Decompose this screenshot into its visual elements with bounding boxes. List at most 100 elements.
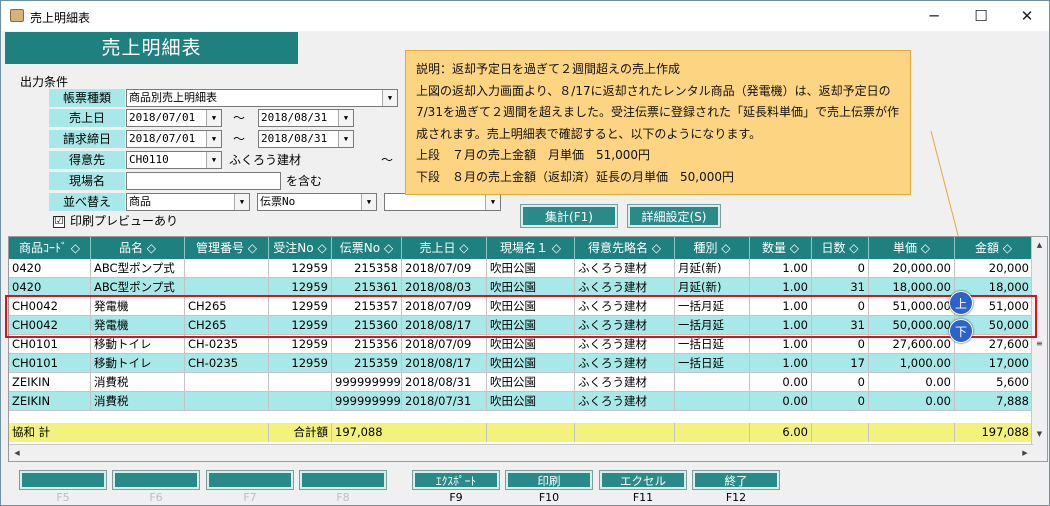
fkey-f7-button[interactable] <box>206 470 294 490</box>
col-header-qty[interactable]: 数量 ◇ <box>750 237 812 259</box>
fkey-f5-button[interactable] <box>19 470 107 490</box>
col-header-customer[interactable]: 得意先略名 ◇ <box>575 237 675 259</box>
col-header-code[interactable]: 商品ｺｰﾄﾞ ◇ <box>9 237 91 259</box>
close-button[interactable]: ✕ <box>1004 1 1049 31</box>
minimize-button[interactable]: ─ <box>911 1 957 31</box>
col-header-price[interactable]: 単価 ◇ <box>869 237 955 259</box>
cell-order: 12959 <box>269 259 332 278</box>
cell-site: 吹田公園 <box>487 373 575 392</box>
chevron-down-icon[interactable]: ▼ <box>234 194 249 210</box>
cell-name: 消費税 <box>91 392 185 411</box>
fkey-f6-button[interactable] <box>112 470 200 490</box>
cell-slip: 999999999 <box>332 392 402 411</box>
fkey-number: F10 <box>538 491 560 504</box>
cell-name: ABC型ポンプ式 <box>91 259 185 278</box>
total-blank <box>575 423 675 442</box>
range-tilde: 〜 <box>233 111 246 125</box>
fkey-exit-button[interactable]: 終了 <box>692 470 780 490</box>
chevron-down-icon[interactable]: ▼ <box>338 131 353 147</box>
col-header-slip[interactable]: 伝票No ◇ <box>332 237 402 259</box>
table-row[interactable]: 0420 ABC型ポンプ式 12959 215358 2018/07/09 吹田公園 ふくろ… <box>9 259 1033 278</box>
cell-mgmt <box>185 259 269 278</box>
sort-icon: ◇ <box>459 241 469 255</box>
col-header-order[interactable]: 受注No ◇ <box>269 237 332 259</box>
cell-date: 2018/08/31 <box>402 373 487 392</box>
cell-days: 0 <box>812 392 869 411</box>
chevron-down-icon[interactable]: ▼ <box>361 194 376 210</box>
sort-icon: ◇ <box>317 241 327 255</box>
fkey-f8-button[interactable] <box>299 470 387 490</box>
cell-days: 17 <box>812 354 869 373</box>
conditions-title: 出力条件 <box>20 75 69 89</box>
cell-customer: ふくろう建材 <box>575 354 675 373</box>
detail-settings-button[interactable]: 詳細設定(S) <box>627 204 721 228</box>
col-header-site[interactable]: 現場名１ ◇ <box>487 237 575 259</box>
total-qty: 6.00 <box>750 423 812 442</box>
aggregate-button[interactable]: 集計(F1) <box>520 204 618 228</box>
table-row[interactable]: ZEIKIN 消費税 999999999 2018/07/31 吹田公園 ふくろう建材 0.… <box>9 392 1033 411</box>
sort-key3-select[interactable]: ▼ <box>384 193 501 211</box>
sales-date-from[interactable]: 2018/07/01 ▼ <box>126 109 222 127</box>
closing-date-to[interactable]: 2018/08/31 ▼ <box>258 130 354 148</box>
cell-name: 移動トイレ <box>91 354 185 373</box>
report-type-select[interactable]: 商品別売上明細表 ▼ <box>126 89 398 107</box>
cell-customer: ふくろう建材 <box>575 373 675 392</box>
callout-line: 成されます。売上明細表で確認すると、以下のようになります。 <box>416 126 762 141</box>
table-row[interactable]: ZEIKIN 消費税 999999999 2018/08/31 吹田公園 ふくろう建材 0.… <box>9 373 1033 392</box>
maximize-button[interactable]: ☐ <box>958 1 1004 31</box>
scroll-down-icon[interactable]: ▼ <box>1032 426 1047 443</box>
horizontal-scrollbar[interactable]: ◀ ▶ <box>9 444 1033 461</box>
fkey-print-button[interactable]: 印刷 <box>505 470 593 490</box>
cell-date: 2018/07/09 <box>402 259 487 278</box>
fkey-excel-button[interactable]: エクセル <box>599 470 687 490</box>
chevron-down-icon[interactable]: ▼ <box>338 110 353 126</box>
vertical-scrollbar[interactable]: ▲ ≡ ▼ <box>1031 237 1047 461</box>
highlight-box <box>5 295 1037 338</box>
col-header-days[interactable]: 日数 ◇ <box>812 237 869 259</box>
cell-days: 0 <box>812 373 869 392</box>
chevron-down-icon[interactable]: ▼ <box>485 194 500 210</box>
cell-type: 一括日延 <box>675 354 750 373</box>
col-header-amount[interactable]: 金額 ◇ <box>955 237 1033 259</box>
cell-code: 0420 <box>9 259 91 278</box>
sort-icon: ◇ <box>651 241 662 255</box>
chevron-down-icon[interactable]: ▼ <box>206 110 221 126</box>
cell-customer: ふくろう建材 <box>575 259 675 278</box>
col-header-mgmt[interactable]: 管理番号 ◇ <box>185 237 269 259</box>
sort-key2-select[interactable]: 伝票No ▼ <box>257 193 377 211</box>
sort-label: 並べ替え <box>49 193 125 211</box>
customer-code-select[interactable]: CH0110 ▼ <box>126 151 222 169</box>
cell-site: 吹田公園 <box>487 259 575 278</box>
sort-key1-select[interactable]: 商品 ▼ <box>126 193 250 211</box>
scroll-up-icon[interactable]: ▲ <box>1032 237 1047 254</box>
site-suffix: を含む <box>286 174 323 188</box>
col-header-name[interactable]: 品名 ◇ <box>91 237 185 259</box>
cell-type: 月延(新) <box>675 259 750 278</box>
fkey-number: F7 <box>243 491 257 504</box>
chevron-down-icon[interactable]: ▼ <box>382 90 397 106</box>
scroll-grip-icon[interactable]: ≡ <box>1036 340 1043 348</box>
chevron-down-icon[interactable]: ▼ <box>206 131 221 147</box>
col-header-date[interactable]: 売上日 ◇ <box>402 237 487 259</box>
cell-mgmt <box>185 392 269 411</box>
chevron-down-icon[interactable]: ▼ <box>206 152 221 168</box>
cell-price: 0.00 <box>869 373 955 392</box>
site-input[interactable] <box>126 172 281 190</box>
cell-qty: 0.00 <box>750 392 812 411</box>
scroll-right-icon[interactable]: ▶ <box>1017 445 1033 461</box>
cell-days: 0 <box>812 259 869 278</box>
sales-detail-table: 商品ｺｰﾄﾞ ◇ 品名 ◇ 管理番号 ◇ 受注No ◇ 伝票No ◇ 売上日 ◇… <box>8 236 1048 462</box>
fkey-number: F8 <box>336 491 350 504</box>
col-header-type[interactable]: 種別 ◇ <box>675 237 750 259</box>
fkey-export-button[interactable]: ｴｸｽﾎﾟｰﾄ <box>412 470 500 490</box>
cell-order: 12959 <box>269 354 332 373</box>
table-row[interactable]: CH0101 移動トイレ CH-0235 12959 215359 2018/08/17 吹… <box>9 354 1033 373</box>
sales-date-to[interactable]: 2018/08/31 ▼ <box>258 109 354 127</box>
scroll-left-icon[interactable]: ◀ <box>9 445 25 461</box>
empty-row <box>9 411 1033 423</box>
closing-date-from[interactable]: 2018/07/01 ▼ <box>126 130 222 148</box>
site-label: 現場名 <box>49 172 125 190</box>
preview-checkbox[interactable]: ☑ <box>53 216 65 228</box>
sort-key2-value: 伝票No <box>260 195 296 208</box>
sales-date-label: 売上日 <box>49 109 125 127</box>
